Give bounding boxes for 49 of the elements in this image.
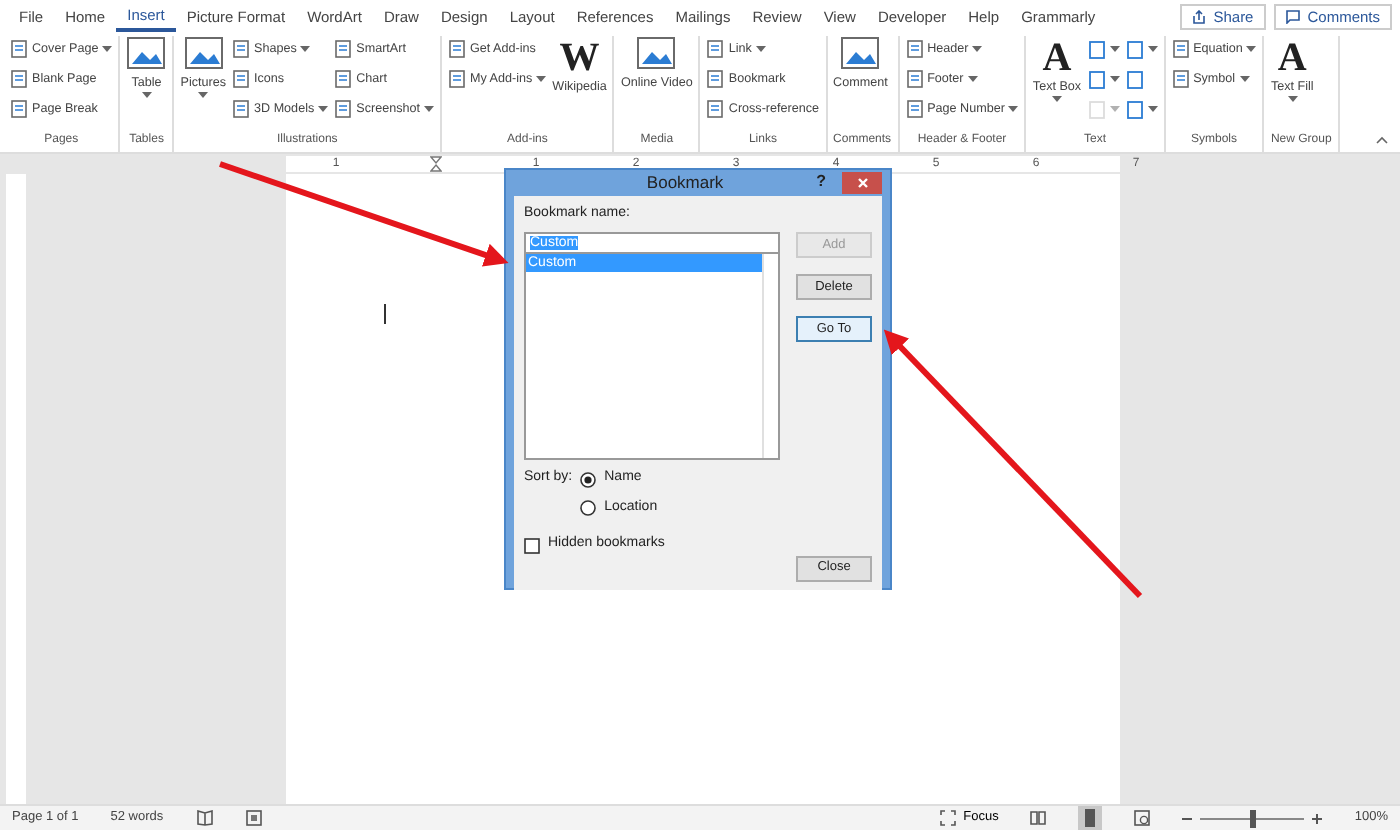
document-icon (905, 70, 924, 88)
close-icon (857, 177, 867, 188)
icon-button[interactable] (1087, 36, 1120, 62)
radio-button[interactable] (580, 471, 597, 487)
document-icon (706, 100, 725, 118)
document-icon (10, 40, 28, 58)
slider-thumb[interactable] (1249, 809, 1256, 827)
web-layout-icon (1134, 810, 1151, 826)
document-icon (706, 70, 725, 88)
document-icon (232, 70, 251, 88)
document-icon (1125, 39, 1146, 59)
icon-button[interactable] (1125, 36, 1158, 62)
document-icon (1125, 69, 1146, 89)
document-icon (10, 100, 28, 118)
document-icon (1171, 70, 1190, 88)
collapse-ribbon-icon (1376, 136, 1388, 144)
document-icon (1087, 99, 1108, 119)
comment-icon (1285, 9, 1300, 23)
document-icon (905, 100, 924, 118)
print-layout-icon (1078, 806, 1103, 830)
document-icon (447, 70, 466, 88)
checkbox[interactable] (524, 537, 540, 553)
document-icon (1087, 69, 1108, 89)
zoom-in-icon (1312, 813, 1323, 823)
document-icon (334, 40, 353, 58)
document-icon (232, 40, 251, 58)
document-icon (334, 70, 353, 88)
book-icon (195, 810, 214, 826)
text-cursor (384, 304, 386, 324)
document-icon (232, 100, 251, 118)
dialog-title: Bookmark (644, 170, 726, 196)
document-icon (1171, 40, 1190, 58)
document-icon (334, 100, 353, 118)
icon-button[interactable] (1125, 96, 1158, 122)
help-button[interactable]: ? (816, 170, 826, 195)
close-button[interactable] (842, 171, 882, 194)
document-icon (706, 40, 725, 58)
document-icon (1125, 99, 1146, 119)
radio-button[interactable] (580, 500, 597, 516)
document-icon (1087, 39, 1108, 59)
icon-button[interactable] (1087, 66, 1120, 92)
share-icon (1191, 9, 1206, 23)
document-icon (447, 40, 466, 58)
focus-icon (939, 810, 956, 826)
read-mode-icon (1030, 810, 1047, 826)
zoom-out-icon (1182, 813, 1193, 823)
macro-icon (245, 810, 262, 826)
document-icon (10, 70, 28, 88)
document-icon (905, 40, 924, 58)
